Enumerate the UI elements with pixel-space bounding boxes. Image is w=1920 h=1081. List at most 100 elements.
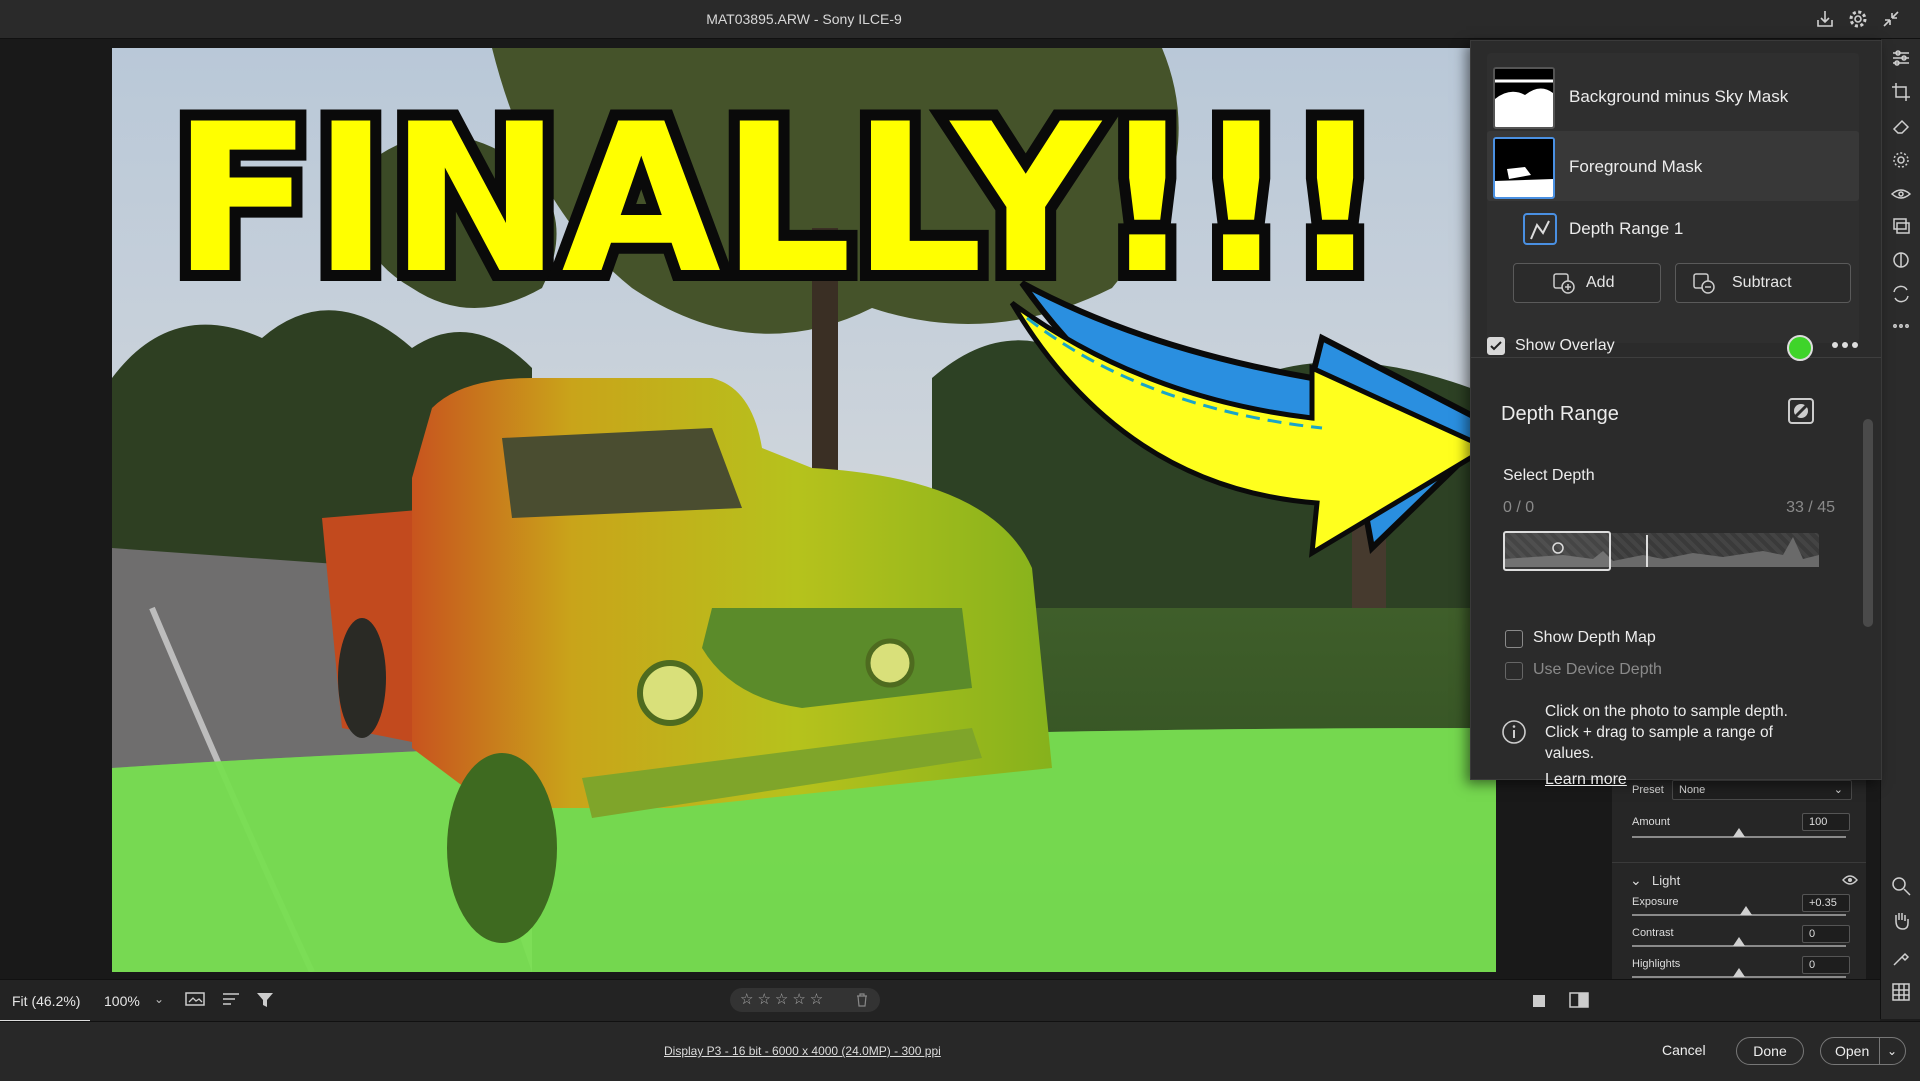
- invert-icon[interactable]: [1787, 397, 1815, 425]
- chevron-down-icon[interactable]: ⌄: [1879, 1038, 1904, 1064]
- info-icon: [1502, 720, 1526, 744]
- use-device-depth-checkbox[interactable]: [1505, 662, 1523, 680]
- open-button[interactable]: Open ⌄: [1820, 1037, 1906, 1065]
- rating-stars[interactable]: ☆☆☆☆☆: [740, 990, 827, 1008]
- add-mask-icon: [1553, 273, 1575, 294]
- save-icon[interactable]: [1814, 8, 1836, 30]
- crop-icon[interactable]: [1890, 81, 1912, 103]
- scrollbar-thumb[interactable]: [1863, 419, 1873, 627]
- mask-label: Depth Range 1: [1569, 219, 1684, 238]
- zoom-icon[interactable]: [1890, 875, 1912, 897]
- chevron-down-icon[interactable]: ⌄: [154, 992, 164, 1006]
- depth-range-title: Depth Range: [1501, 403, 1619, 425]
- done-button[interactable]: Done: [1736, 1037, 1804, 1065]
- show-overlay-checkbox[interactable]: [1487, 337, 1505, 355]
- redeye-icon[interactable]: [1890, 183, 1912, 205]
- fit-zoom-label: Fit (46.2%): [12, 993, 81, 1009]
- add-button-label: Add: [1586, 274, 1615, 291]
- slider-label: Contrast: [1632, 927, 1674, 939]
- status-bar: Display P3 - 16 bit - 6000 x 4000 (24.0M…: [0, 1021, 1920, 1081]
- sort-icon[interactable]: [220, 990, 244, 1010]
- sliders-icon[interactable]: [1890, 47, 1912, 69]
- select-depth-label: Select Depth: [1503, 467, 1595, 484]
- slider-track[interactable]: [1632, 914, 1846, 916]
- headline-text: FINALLY!!!: [172, 81, 1382, 319]
- depth-range-selector[interactable]: [1503, 531, 1611, 571]
- learn-more-link[interactable]: Learn more: [1545, 771, 1627, 789]
- hand-icon[interactable]: [1890, 909, 1912, 931]
- slider-value[interactable]: 0: [1802, 956, 1850, 974]
- use-device-depth-label: Use Device Depth: [1533, 661, 1662, 678]
- mask-label: Background minus Sky Mask: [1569, 87, 1789, 106]
- show-overlay-label: Show Overlay: [1515, 337, 1615, 354]
- subtract-button-label: Subtract: [1732, 274, 1792, 291]
- amount-value[interactable]: 100: [1802, 813, 1850, 831]
- mask-item-depth-range[interactable]: Depth Range 1: [1487, 203, 1859, 253]
- handle-icon: [1552, 542, 1564, 554]
- light-section-title[interactable]: Light: [1652, 873, 1680, 888]
- rating-control[interactable]: ☆☆☆☆☆: [730, 988, 880, 1012]
- slider-value[interactable]: 0: [1802, 925, 1850, 943]
- single-view-icon[interactable]: [1530, 992, 1548, 1010]
- window-title: MAT03895.ARW - Sony ILCE-9: [706, 11, 902, 27]
- layers-icon[interactable]: [1890, 215, 1912, 237]
- amount-slider-thumb[interactable]: [1733, 828, 1745, 837]
- subtract-button[interactable]: Subtract: [1675, 263, 1851, 303]
- show-depth-map-label: Show Depth Map: [1533, 629, 1656, 646]
- eraser-icon[interactable]: [1890, 115, 1912, 137]
- eye-icon[interactable]: [1842, 874, 1858, 886]
- masking-icon[interactable]: [1890, 149, 1912, 171]
- depth-histogram[interactable]: [1503, 531, 1819, 571]
- filter-icon[interactable]: [254, 990, 278, 1010]
- show-depth-map-checkbox[interactable]: [1505, 630, 1523, 648]
- amount-label: Amount: [1632, 816, 1670, 828]
- mask-label: Foreground Mask: [1569, 157, 1703, 176]
- preset-value: None: [1679, 784, 1706, 796]
- slider-value[interactable]: +0.35: [1802, 894, 1850, 912]
- mask-thumbnail: [1493, 67, 1555, 129]
- bottom-toolbar: Fit (46.2%) 100% ⌄ ☆☆☆☆☆: [0, 979, 1880, 1022]
- collapse-icon[interactable]: [1880, 8, 1902, 30]
- title-bar: MAT03895.ARW - Sony ILCE-9: [0, 0, 1920, 39]
- subtract-mask-icon: [1693, 273, 1715, 294]
- compare-view-icon[interactable]: [1568, 990, 1590, 1010]
- preset-select[interactable]: None ⌄: [1672, 780, 1852, 800]
- add-button[interactable]: Add: [1513, 263, 1661, 303]
- mask-list: Background minus Sky Mask Foreground Mas…: [1487, 53, 1859, 343]
- photo-image: FINALLY!!!: [112, 48, 1496, 972]
- open-button-label: Open: [1835, 1043, 1870, 1059]
- sync-icon[interactable]: [1890, 283, 1912, 305]
- mask-thumbnail: [1493, 137, 1555, 199]
- info-text: Click on the photo to sample depth. Clic…: [1545, 703, 1788, 762]
- depth-range-start: 0 / 0: [1503, 499, 1535, 516]
- zoom-100-label: 100%: [104, 993, 140, 1009]
- slider-thumb[interactable]: [1733, 937, 1745, 946]
- chevron-down-icon: ⌄: [1833, 784, 1843, 796]
- cancel-button[interactable]: Cancel: [1662, 1042, 1706, 1058]
- tool-strip: [1880, 39, 1920, 1019]
- sampler-icon[interactable]: [1890, 947, 1912, 969]
- slider-thumb[interactable]: [1740, 906, 1753, 915]
- photo-preview[interactable]: FINALLY!!!: [112, 48, 1496, 972]
- filmstrip-icon[interactable]: [184, 990, 208, 1010]
- image-info-link[interactable]: Display P3 - 16 bit - 6000 x 4000 (24.0M…: [664, 1044, 941, 1058]
- trash-icon[interactable]: [856, 993, 868, 1007]
- gear-icon[interactable]: [1847, 8, 1869, 30]
- more-options-icon[interactable]: [1831, 339, 1859, 351]
- mask-item-foreground[interactable]: Foreground Mask: [1487, 131, 1859, 201]
- mask-item-background[interactable]: Background minus Sky Mask: [1487, 61, 1859, 131]
- fit-zoom-button[interactable]: Fit (46.2%): [0, 980, 90, 1022]
- more-icon[interactable]: [1890, 315, 1912, 337]
- presets-icon[interactable]: [1890, 249, 1912, 271]
- preset-label: Preset: [1632, 784, 1664, 796]
- mask-panel: Background minus Sky Mask Foreground Mas…: [1470, 40, 1882, 788]
- depth-range-icon: [1523, 213, 1557, 245]
- slider-label: Exposure: [1632, 896, 1679, 908]
- chevron-down-icon[interactable]: ⌄: [1630, 872, 1642, 889]
- overlay-color-swatch[interactable]: [1787, 335, 1813, 361]
- slider-thumb[interactable]: [1733, 968, 1745, 977]
- depth-range-end: 33 / 45: [1786, 499, 1835, 516]
- grid-icon[interactable]: [1890, 981, 1912, 1003]
- slider-label: Highlights: [1632, 958, 1681, 970]
- zoom-100-button[interactable]: 100% ⌄: [90, 980, 164, 1020]
